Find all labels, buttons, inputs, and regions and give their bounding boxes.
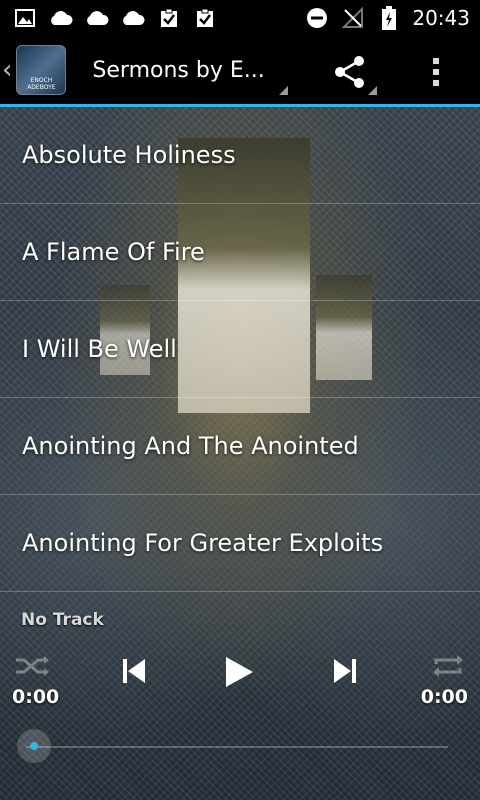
list-item[interactable]: Anointing And The Anointed xyxy=(0,398,480,495)
list-item[interactable]: Absolute Holiness xyxy=(0,107,480,204)
do-not-disturb-icon xyxy=(304,8,330,28)
clipboard-check-icon xyxy=(192,8,218,28)
elapsed-time: 0:00 xyxy=(12,686,60,708)
total-duration: 0:00 xyxy=(420,686,468,708)
share-icon[interactable] xyxy=(332,54,368,90)
up-chevron-icon[interactable]: ‹ xyxy=(2,55,12,85)
cloud-icon xyxy=(48,8,74,28)
app-logo[interactable]: ENOCH ADEBOYE xyxy=(16,45,67,95)
status-bar: 20:43 xyxy=(0,0,480,36)
status-time: 20:43 xyxy=(412,6,470,30)
sermon-list: Absolute Holiness A Flame Of Fire I Will… xyxy=(0,107,480,592)
sermon-title: Anointing And The Anointed xyxy=(22,432,359,460)
overflow-menu-icon[interactable] xyxy=(426,56,446,88)
battery-charging-icon xyxy=(376,6,402,30)
list-item[interactable]: Anointing For Greater Exploits xyxy=(0,495,480,592)
sermon-title: Anointing For Greater Exploits xyxy=(22,529,384,557)
previous-track-icon[interactable] xyxy=(122,658,146,684)
page-title[interactable]: Sermons by E... xyxy=(92,58,272,83)
sermon-title: I Will Be Well xyxy=(22,335,177,363)
action-bar: ‹ ENOCH ADEBOYE Sermons by E... xyxy=(0,36,480,104)
image-icon xyxy=(12,8,38,28)
shuffle-icon[interactable] xyxy=(14,652,50,680)
seek-bar[interactable] xyxy=(26,746,448,748)
dropdown-indicator-icon xyxy=(279,86,288,95)
sermon-title: Absolute Holiness xyxy=(22,141,236,169)
clipboard-check-icon xyxy=(156,8,182,28)
play-icon[interactable] xyxy=(224,656,254,688)
cloud-icon xyxy=(84,8,110,28)
seek-thumb[interactable] xyxy=(17,729,51,763)
list-item[interactable]: I Will Be Well xyxy=(0,301,480,398)
list-item[interactable]: A Flame Of Fire xyxy=(0,204,480,301)
track-name: No Track xyxy=(21,610,104,630)
share-dropdown-indicator-icon xyxy=(368,86,377,95)
no-signal-icon xyxy=(340,7,366,28)
sermon-title: A Flame Of Fire xyxy=(22,238,205,266)
repeat-icon[interactable] xyxy=(430,652,466,680)
logo-text: ENOCH ADEBOYE xyxy=(27,77,56,91)
audio-player: No Track 0:00 0:00 xyxy=(0,600,480,800)
next-track-icon[interactable] xyxy=(333,658,357,684)
cloud-icon xyxy=(120,8,146,28)
